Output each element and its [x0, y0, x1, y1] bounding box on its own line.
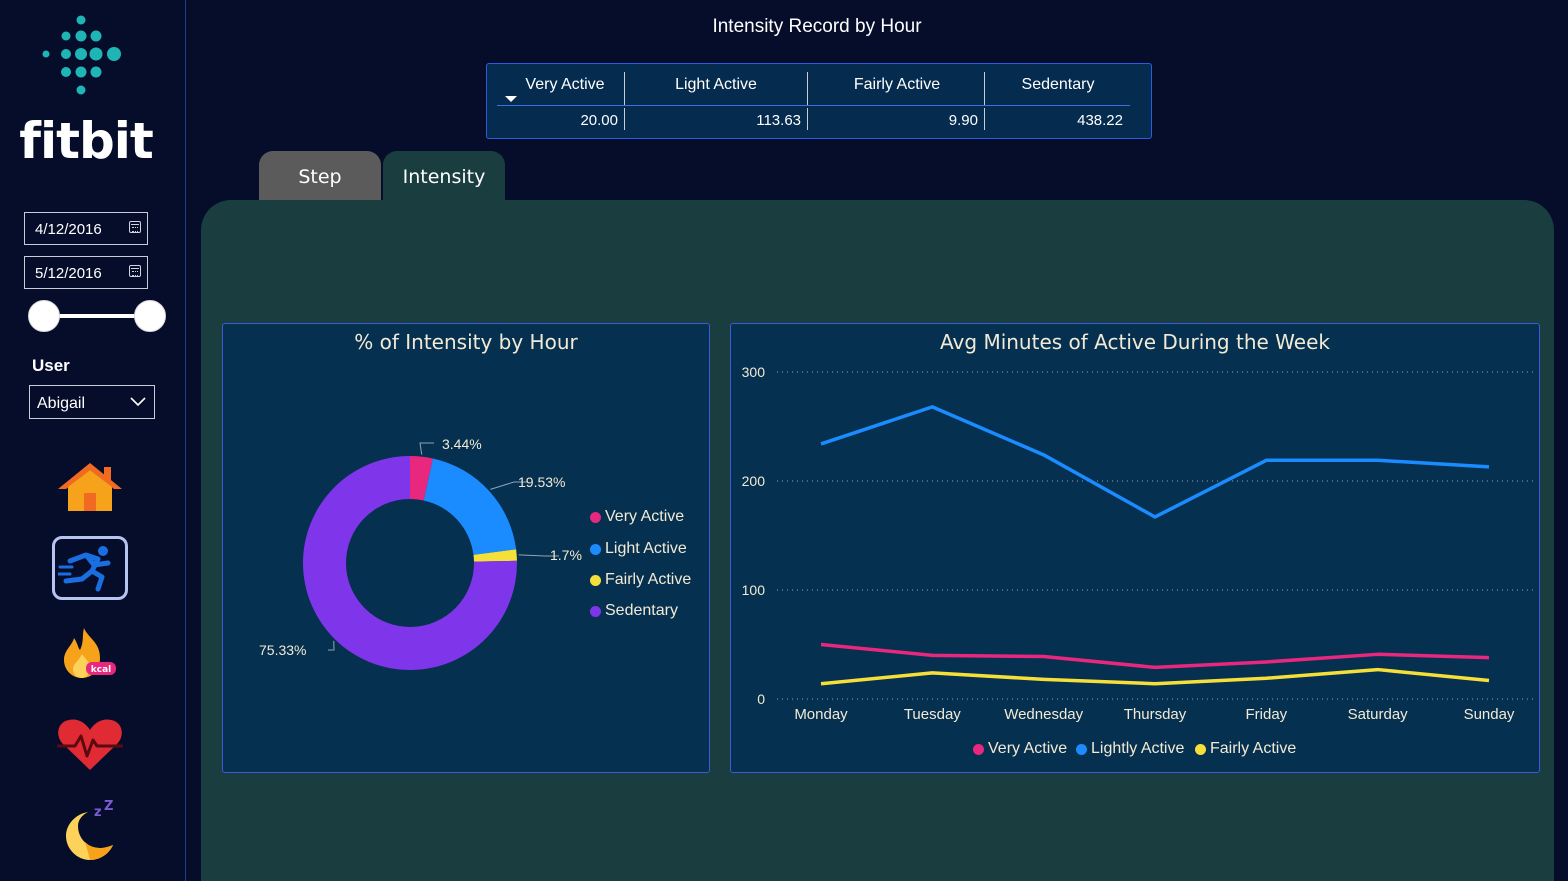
- user-dropdown[interactable]: Abigail: [29, 385, 155, 419]
- line-series-fairly-active[interactable]: [820, 667, 1490, 686]
- legend-dot: [1195, 743, 1206, 755]
- legend-item-sedentary[interactable]: Sedentary: [590, 602, 678, 620]
- legend-label: Lightly Active: [1091, 740, 1185, 757]
- tab-step[interactable]: Step: [259, 151, 381, 203]
- table-cell-sedentary: 438.22: [1077, 112, 1123, 129]
- table-divider: [984, 108, 985, 130]
- fitbit-logo-icon: [42, 15, 121, 95]
- table-cell-fairly-active: 9.90: [948, 112, 978, 129]
- sort-descending-icon[interactable]: [505, 96, 517, 102]
- kcal-badge: kcal: [91, 665, 111, 675]
- heart-rate-icon: [57, 719, 123, 770]
- home-icon: [58, 463, 122, 511]
- donut-leader-line: [419, 442, 434, 455]
- date-range-slider-end-handle[interactable]: [134, 300, 166, 332]
- y-tick-label: 200: [742, 473, 766, 489]
- legend-label: Very Active: [988, 740, 1068, 757]
- table-header-very-active[interactable]: Very Active: [515, 76, 615, 94]
- legend-item-very-active[interactable]: Very Active: [590, 508, 684, 526]
- user-dropdown-value: Abigail: [37, 395, 86, 412]
- nav-home-button[interactable]: [52, 455, 128, 519]
- end-date-value: 5/12/2016: [35, 265, 102, 282]
- legend-label: Sedentary: [605, 602, 678, 619]
- svg-text:Z: Z: [104, 799, 113, 814]
- x-tick-label: Monday: [794, 706, 848, 723]
- x-tick-label: Sunday: [1464, 706, 1515, 723]
- calories-flame-icon: kcal: [64, 628, 116, 678]
- weekly-activity-line-card: Avg Minutes of Active During the Week 01…: [730, 323, 1540, 773]
- x-tick-label: Tuesday: [904, 706, 961, 723]
- x-tick-label: Saturday: [1348, 706, 1409, 723]
- start-date-value: 4/12/2016: [35, 221, 102, 238]
- dashboard-page: fitbit 4/12/2016 5/12/2016 User Abigail: [0, 0, 1568, 881]
- page-title: Intensity Record by Hour: [712, 16, 922, 37]
- activity-runner-icon: [58, 546, 111, 592]
- table-divider: [807, 72, 808, 105]
- line-series-lightly-active[interactable]: [820, 405, 1490, 519]
- legend-item-light-active[interactable]: Light Active: [590, 540, 687, 558]
- date-range-slider-start-handle[interactable]: [28, 300, 60, 332]
- legend-dot: [973, 743, 984, 755]
- nav-heart-button[interactable]: [52, 712, 128, 776]
- donut-leader-line: [328, 640, 335, 651]
- table-divider: [624, 108, 625, 130]
- calendar-icon[interactable]: [129, 221, 141, 233]
- donut-label-sedentary: 75.33%: [259, 642, 307, 658]
- table-divider: [807, 108, 808, 130]
- legend-item-fairly-active[interactable]: Fairly Active: [1195, 740, 1296, 758]
- svg-text:z: z: [94, 805, 102, 820]
- end-date-input[interactable]: 5/12/2016: [24, 256, 148, 289]
- legend-dot: [590, 574, 601, 586]
- x-tick-label: Friday: [1245, 706, 1287, 723]
- donut-slice-light-active[interactable]: [423, 458, 517, 555]
- user-filter-label: User: [32, 356, 70, 375]
- table-divider: [624, 72, 625, 105]
- table-header-sedentary[interactable]: Sedentary: [987, 76, 1129, 94]
- legend-item-fairly-active[interactable]: Fairly Active: [590, 571, 691, 589]
- nav-calories-button[interactable]: kcal: [52, 620, 128, 684]
- intensity-summary-table: Very Active Light Active Fairly Active S…: [486, 63, 1152, 139]
- legend-label: Fairly Active: [605, 571, 692, 588]
- weekly-activity-line-chart: 0 100 200 300 Monday Tuesday Wednesday Thursday…: [742, 364, 1536, 723]
- donut-label-light-active: 19.53%: [518, 474, 566, 490]
- y-tick-label: 100: [742, 582, 766, 598]
- legend-item-lightly-active[interactable]: Lightly Active: [1076, 740, 1184, 758]
- legend-dot: [590, 605, 601, 617]
- start-date-input[interactable]: 4/12/2016: [24, 212, 148, 245]
- legend-dot: [590, 543, 601, 555]
- table-header-fairly-active[interactable]: Fairly Active: [809, 76, 985, 94]
- tab-intensity[interactable]: Intensity: [383, 151, 505, 203]
- legend-item-very-active[interactable]: Very Active: [973, 740, 1067, 758]
- table-divider: [984, 72, 985, 105]
- legend-label: Fairly Active: [1210, 740, 1297, 757]
- legend-label: Very Active: [605, 508, 685, 525]
- table-header-underline: [497, 105, 1130, 106]
- nav-sleep-button[interactable]: z Z: [52, 798, 128, 862]
- line-series-very-active[interactable]: [820, 642, 1490, 670]
- legend-dot: [590, 511, 601, 523]
- sleep-moon-icon: z Z: [66, 799, 113, 860]
- x-tick-label: Thursday: [1124, 706, 1187, 723]
- y-tick-label: 300: [742, 364, 766, 380]
- nav-activity-button[interactable]: [52, 536, 128, 600]
- calendar-icon[interactable]: [129, 265, 141, 277]
- table-cell-very-active: 20.00: [580, 112, 618, 129]
- legend-dot: [1076, 743, 1087, 755]
- legend-label: Light Active: [605, 540, 687, 557]
- sidebar: fitbit 4/12/2016 5/12/2016 User Abigail: [0, 0, 186, 881]
- table-cell-light-active: 113.63: [756, 112, 801, 129]
- x-tick-label: Wednesday: [1004, 706, 1083, 723]
- donut-label-fairly-active: 1.7%: [550, 547, 582, 563]
- intensity-donut-card: % of Intensity by Hour 3.44% 19.53% 1.7%…: [222, 323, 710, 773]
- donut-label-very-active: 3.44%: [442, 436, 482, 452]
- brand-name: fitbit: [19, 112, 154, 170]
- y-tick-label: 0: [757, 691, 765, 707]
- chevron-down-icon: [130, 397, 146, 407]
- table-header-light-active[interactable]: Light Active: [625, 76, 807, 94]
